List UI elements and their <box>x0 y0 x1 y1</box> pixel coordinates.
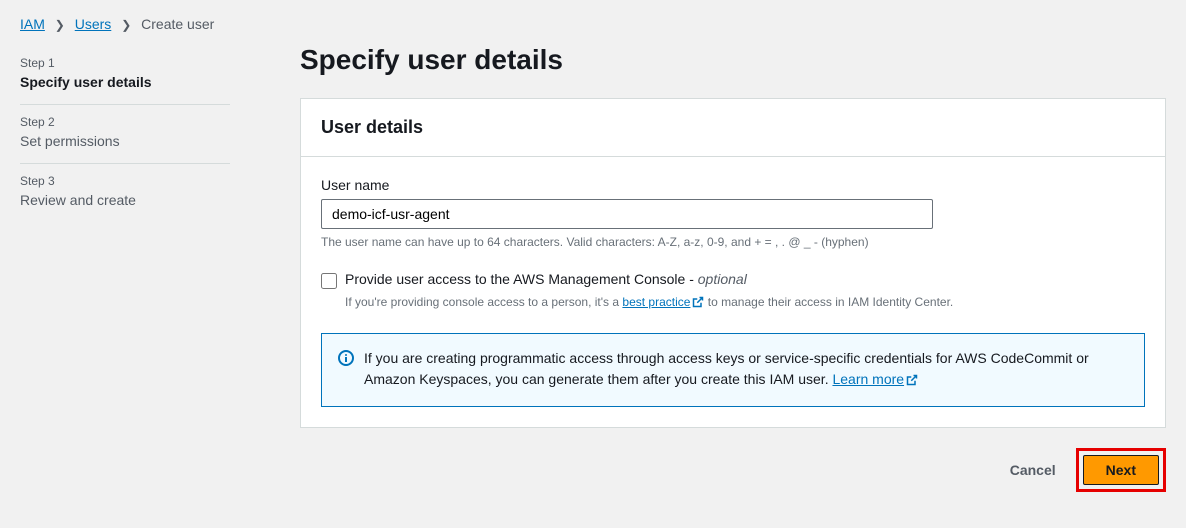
breadcrumb: IAM ❯ Users ❯ Create user <box>0 0 1186 42</box>
external-link-icon <box>906 371 918 392</box>
username-input[interactable] <box>321 199 933 229</box>
console-access-label: Provide user access to the AWS Managemen… <box>345 271 747 287</box>
info-alert: If you are creating programmatic access … <box>321 333 1145 407</box>
panel-header: User details <box>301 99 1165 157</box>
breadcrumb-current: Create user <box>141 16 214 32</box>
info-text: If you are creating programmatic access … <box>364 350 1089 387</box>
console-access-description: If you're providing console access to a … <box>345 293 1145 313</box>
info-icon <box>338 350 354 369</box>
step-title: Review and create <box>20 192 230 208</box>
step-specify-user-details[interactable]: Step 1 Specify user details <box>20 46 230 105</box>
cancel-button[interactable]: Cancel <box>1006 454 1060 486</box>
username-hint: The user name can have up to 64 characte… <box>321 235 1145 249</box>
user-details-panel: User details User name The user name can… <box>300 98 1166 428</box>
panel-heading: User details <box>321 117 1145 138</box>
console-access-checkbox[interactable] <box>321 273 337 289</box>
page-title: Specify user details <box>300 44 1166 76</box>
learn-more-link[interactable]: Learn more <box>832 371 904 387</box>
step-label: Step 3 <box>20 174 230 188</box>
step-label: Step 1 <box>20 56 230 70</box>
step-title: Specify user details <box>20 74 230 90</box>
step-label: Step 2 <box>20 115 230 129</box>
wizard-steps-sidebar: Step 1 Specify user details Step 2 Set p… <box>20 42 260 492</box>
best-practice-link[interactable]: best practice <box>622 295 690 309</box>
next-button-highlight: Next <box>1076 448 1166 492</box>
breadcrumb-iam-link[interactable]: IAM <box>20 16 45 32</box>
username-label: User name <box>321 177 1145 193</box>
external-link-icon <box>692 295 704 313</box>
step-review-and-create: Step 3 Review and create <box>20 164 230 222</box>
footer-actions: Cancel Next <box>300 448 1166 492</box>
next-button[interactable]: Next <box>1083 455 1159 485</box>
chevron-right-icon: ❯ <box>121 18 131 32</box>
breadcrumb-users-link[interactable]: Users <box>75 16 112 32</box>
step-set-permissions: Step 2 Set permissions <box>20 105 230 164</box>
step-title: Set permissions <box>20 133 230 149</box>
chevron-right-icon: ❯ <box>55 18 65 32</box>
